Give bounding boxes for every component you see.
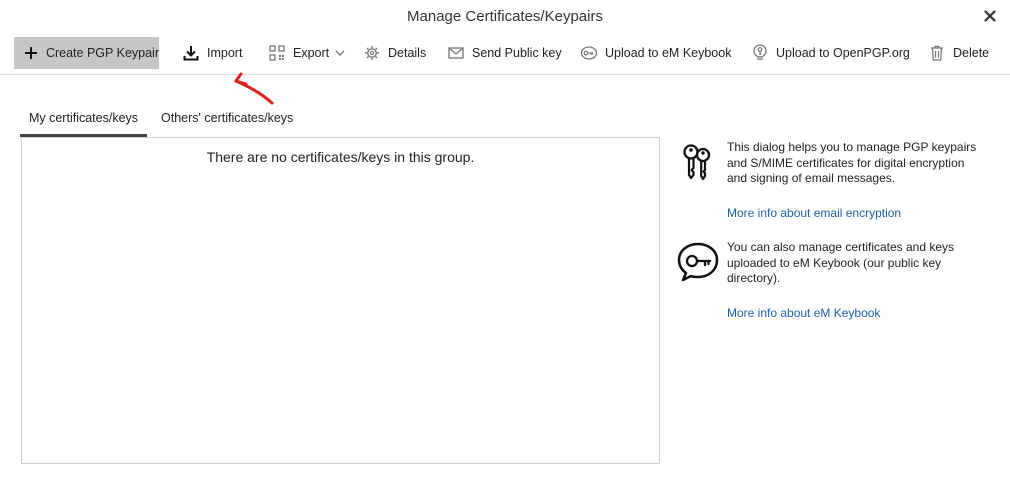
upload-to-openpgp-button[interactable]: Upload to OpenPGP.org [751, 37, 910, 69]
send-public-key-button[interactable]: Send Public key [447, 37, 562, 69]
em-keybook-info-link[interactable]: More info about eM Keybook [727, 306, 880, 320]
details-button[interactable]: Details [363, 37, 426, 69]
delete-button[interactable]: Delete [928, 37, 989, 69]
encryption-info-text: This dialog helps you to manage PGP keyp… [727, 140, 977, 185]
export-label: Export [293, 46, 330, 60]
key-pin-icon [751, 44, 769, 62]
chevron-down-icon[interactable] [335, 49, 345, 57]
key-bubble-icon [580, 44, 598, 62]
plus-icon [23, 44, 39, 62]
close-icon [984, 10, 996, 22]
window-title: Manage Certificates/Keypairs [407, 8, 603, 25]
annotation-arrow-icon [234, 72, 274, 105]
email-encryption-info-link[interactable]: More info about email encryption [727, 206, 901, 220]
import-button[interactable]: Import [182, 37, 242, 69]
upload-to-em-keybook-button[interactable]: Upload to eM Keybook [580, 37, 731, 69]
delete-label: Delete [953, 46, 990, 60]
empty-list-message: There are no certificates/keys in this g… [206, 149, 475, 165]
download-icon [182, 44, 200, 62]
tab-others-certificates[interactable]: Others' certificates/keys [161, 108, 293, 137]
qr-code-icon [268, 44, 286, 62]
details-label: Details [388, 46, 427, 60]
certificates-list[interactable]: There are no certificates/keys in this g… [21, 137, 660, 464]
keybook-info-text: You can also manage certificates and key… [727, 240, 955, 285]
send-public-key-label: Send Public key [472, 46, 562, 60]
envelope-icon [447, 44, 465, 62]
gear-icon [363, 44, 381, 62]
keybook-icon [677, 242, 719, 282]
close-button[interactable] [980, 6, 1000, 26]
upload-to-openpgp-label: Upload to OpenPGP.org [776, 46, 910, 60]
trash-icon [928, 44, 946, 62]
import-label: Import [207, 46, 243, 60]
create-pgp-keypair-label: Create PGP Keypair [45, 46, 159, 60]
create-pgp-keypair-button[interactable]: Create PGP Keypair [14, 37, 159, 69]
upload-to-em-keybook-label: Upload to eM Keybook [605, 46, 732, 60]
export-button[interactable]: Export [268, 37, 345, 69]
title-bar: Manage Certificates/Keypairs [0, 0, 1010, 34]
toolbar: Create PGP Keypair Import Export Details… [0, 35, 1010, 75]
keys-icon [683, 144, 711, 181]
tab-my-certificates[interactable]: My certificates/keys [20, 108, 147, 137]
